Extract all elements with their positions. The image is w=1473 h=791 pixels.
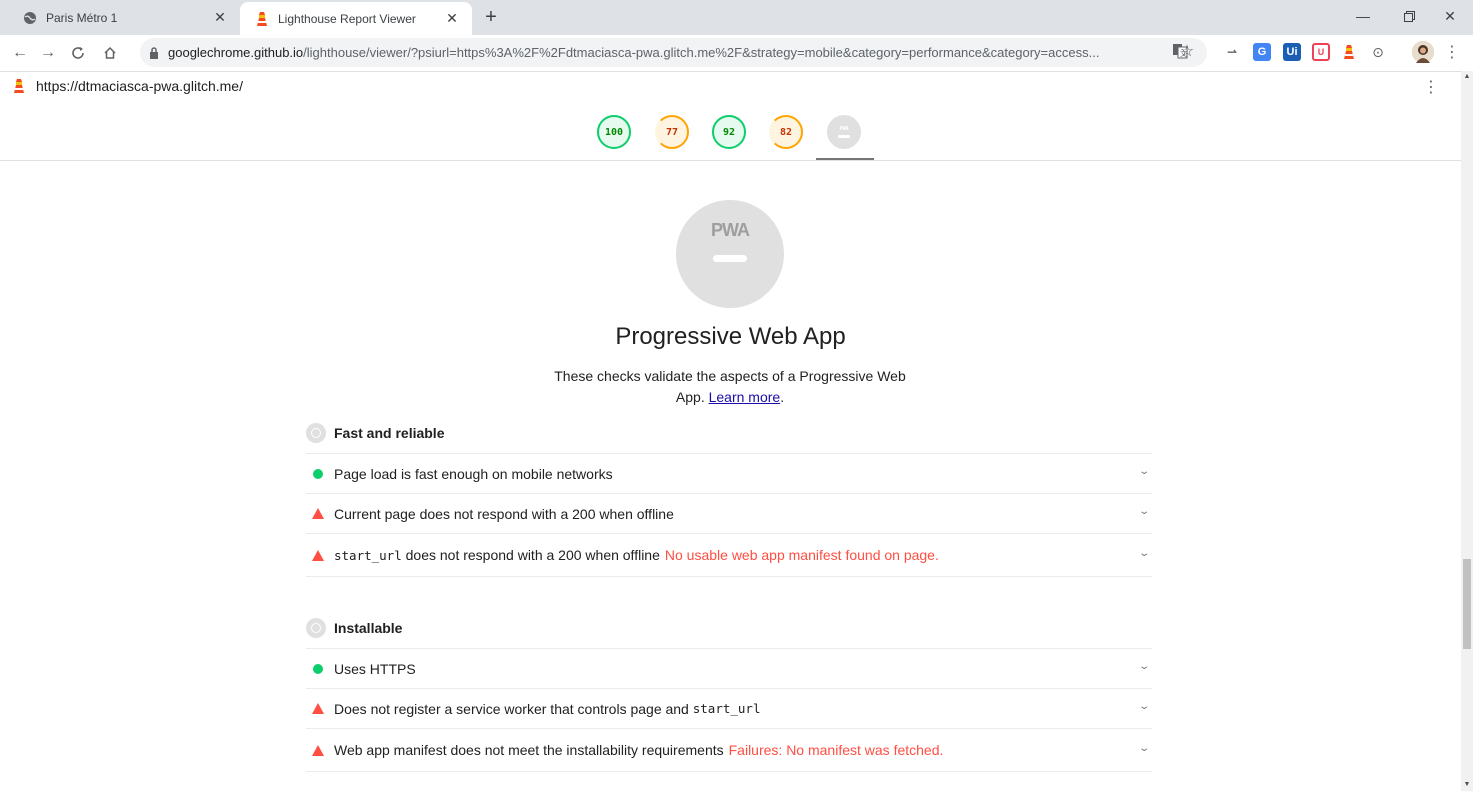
- learn-more-link[interactable]: Learn more: [709, 389, 781, 405]
- fail-icon: [312, 549, 324, 561]
- lighthouse-icon: [254, 11, 270, 27]
- pocket-ext-icon[interactable]: U: [1312, 43, 1330, 61]
- scroll-up-arrow-icon[interactable]: ▲: [1461, 71, 1473, 83]
- group-title: Fast and reliable: [334, 425, 445, 441]
- chevron-down-icon[interactable]: ⌄: [1138, 743, 1150, 754]
- audit-service-worker[interactable]: Does not register a service worker that …: [306, 688, 1152, 728]
- pass-icon: [312, 663, 324, 674]
- group-installable: Installable: [306, 618, 402, 638]
- back-icon[interactable]: ←: [6, 39, 34, 67]
- audit-title: Uses HTTPS: [334, 660, 416, 677]
- audit-code: start_url: [692, 701, 761, 716]
- audit-works-offline[interactable]: Current page does not respond with a 200…: [306, 493, 1152, 533]
- tab-lighthouse-viewer[interactable]: Lighthouse Report Viewer ✕: [240, 2, 472, 35]
- scroll-thumb[interactable]: [1463, 559, 1471, 649]
- audit-title: Current page does not respond with a 200…: [334, 505, 674, 522]
- pwa-badge-dash: [713, 255, 747, 262]
- pwa-badge-label: PWA: [710, 220, 750, 240]
- profile-avatar[interactable]: [1412, 41, 1434, 63]
- chevron-down-icon[interactable]: ⌄: [1138, 506, 1150, 517]
- url-host: googlechrome.github.io: [168, 45, 304, 60]
- audit-error: Failures: No manifest was fetched.: [728, 742, 944, 758]
- tab-paris-metro[interactable]: Paris Métro 1 ✕: [8, 0, 240, 35]
- audit-installable-manifest[interactable]: Web app manifest does not meet the insta…: [306, 728, 1152, 772]
- gauge-seo[interactable]: 82: [769, 115, 803, 149]
- tab-strip: Paris Métro 1 ✕ Lighthouse Report Viewer…: [0, 0, 1473, 35]
- report-url[interactable]: https://dtmaciasca-pwa.glitch.me/: [36, 78, 243, 94]
- home-icon[interactable]: [96, 39, 124, 67]
- gauge-best-practices[interactable]: 92: [712, 115, 746, 149]
- gauge-pwa[interactable]: PWA: [827, 115, 861, 149]
- close-icon[interactable]: ✕: [210, 8, 230, 28]
- audit-load-fast[interactable]: Page load is fast enough on mobile netwo…: [306, 453, 1152, 493]
- installable-icon: [306, 618, 326, 638]
- globe-icon: [22, 10, 38, 26]
- active-gauge-indicator: [816, 158, 874, 160]
- gauge-pwa-dash: [838, 135, 850, 138]
- close-icon[interactable]: ✕: [442, 9, 462, 29]
- audit-error: No usable web app manifest found on page…: [664, 547, 939, 563]
- fast-reliable-icon: [306, 423, 326, 443]
- fail-icon: [312, 508, 324, 519]
- category-description: These checks validate the aspects of a P…: [540, 366, 920, 408]
- page-scrollbar[interactable]: ▲ ▼: [1461, 71, 1473, 791]
- lighthouse-ext-icon[interactable]: [1340, 43, 1358, 61]
- address-bar[interactable]: googlechrome.github.io/lighthouse/viewer…: [140, 38, 1207, 67]
- audit-title: Web app manifest does not meet the insta…: [334, 742, 724, 758]
- url-path: /lighthouse/viewer/?psiurl=https%3A%2F%2…: [303, 45, 1100, 60]
- audit-offline-start-url[interactable]: start_url does not respond with a 200 wh…: [306, 533, 1152, 577]
- category-title: Progressive Web App: [615, 323, 846, 350]
- report-menu-icon[interactable]: ⋮: [1423, 77, 1439, 97]
- audit-title: Does not register a service worker that …: [334, 700, 689, 717]
- chevron-down-icon[interactable]: ⌄: [1138, 466, 1150, 477]
- tab-title: Lighthouse Report Viewer: [278, 11, 416, 26]
- restore-icon[interactable]: [1386, 0, 1432, 32]
- window-close-icon[interactable]: ✕: [1427, 0, 1473, 32]
- fail-icon: [312, 744, 324, 756]
- pass-icon: [312, 468, 324, 479]
- gauge-pwa-label: PWA: [839, 126, 849, 132]
- google-translate-ext-icon[interactable]: G: [1253, 43, 1271, 61]
- browser-menu-icon[interactable]: ⋮: [1443, 43, 1461, 61]
- forward-icon[interactable]: →: [34, 39, 62, 67]
- fail-icon: [312, 703, 324, 714]
- tab-title: Paris Métro 1: [46, 10, 118, 25]
- group-fast-reliable: Fast and reliable: [306, 423, 444, 443]
- audit-title: Page load is fast enough on mobile netwo…: [334, 465, 613, 482]
- score-gauges: 100 77 92 82 PWA: [0, 100, 1461, 161]
- star-icon[interactable]: ☆: [1178, 42, 1196, 60]
- pwa-category-badge: PWA: [676, 200, 784, 308]
- gauge-performance[interactable]: 100: [597, 115, 631, 149]
- new-tab-button[interactable]: +: [480, 6, 502, 28]
- audit-title: does not respond with a 200 when offline: [405, 547, 660, 563]
- audit-code: start_url: [334, 547, 402, 563]
- category-description-end: .: [780, 389, 785, 405]
- lighthouse-logo-icon: [12, 78, 26, 94]
- reload-icon[interactable]: [64, 39, 92, 67]
- minimize-icon[interactable]: —: [1340, 0, 1386, 32]
- ui-ext-icon[interactable]: Ui: [1283, 43, 1301, 61]
- gauge-accessibility[interactable]: 77: [655, 115, 689, 149]
- viewer-topbar: https://dtmaciasca-pwa.glitch.me/ ⋮: [0, 71, 1461, 100]
- chevron-down-icon[interactable]: ⌄: [1138, 548, 1150, 559]
- cast-icon[interactable]: ⇀: [1223, 43, 1241, 61]
- chevron-down-icon[interactable]: ⌄: [1138, 661, 1150, 672]
- audit-is-on-https[interactable]: Uses HTTPS ⌄: [306, 648, 1152, 688]
- url-text: googlechrome.github.io/lighthouse/viewer…: [168, 45, 1207, 60]
- scroll-down-arrow-icon[interactable]: ▼: [1461, 779, 1473, 791]
- lock-icon[interactable]: [148, 46, 160, 60]
- group-title: Installable: [334, 620, 403, 636]
- accessibility-ext-icon[interactable]: ⊙: [1369, 43, 1387, 61]
- chevron-down-icon[interactable]: ⌄: [1138, 701, 1150, 712]
